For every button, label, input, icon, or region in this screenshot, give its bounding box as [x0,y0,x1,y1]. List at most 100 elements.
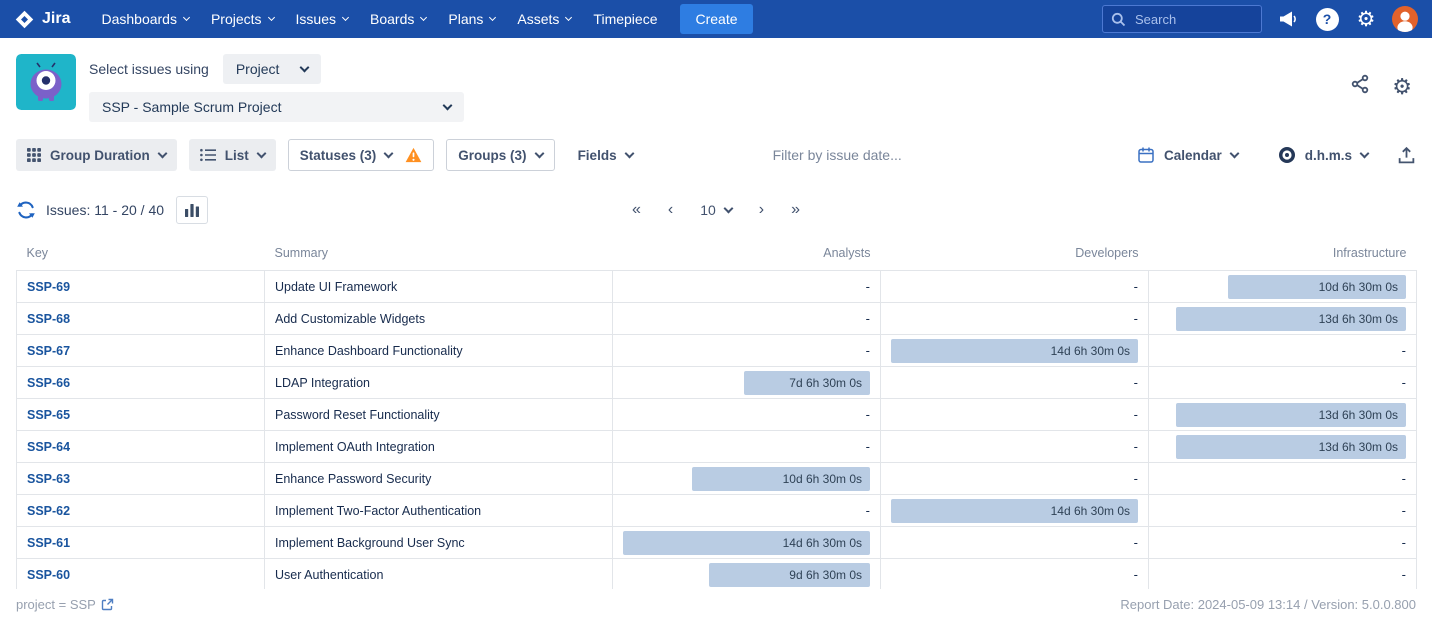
avatar-icon [1392,6,1418,32]
table-row: SSP-60User Authentication9d 6h 30m 0s-- [17,559,1417,591]
issues-count-label: Issues: 11 - 20 / 40 [46,202,164,218]
chevron-down-icon [723,203,733,213]
issue-key-link[interactable]: SSP-60 [27,568,70,582]
first-page-button[interactable]: « [632,202,641,218]
user-avatar[interactable] [1392,6,1418,32]
next-page-button[interactable]: › [759,202,764,218]
issue-key-link[interactable]: SSP-63 [27,472,70,486]
analysts-duration-cell: 10d 6h 30m 0s [613,463,881,495]
infrastructure-duration-cell: 13d 6h 30m 0s [1149,303,1417,335]
nav-projects[interactable]: Projects [200,0,285,38]
key-cell: SSP-68 [17,303,265,335]
refresh-icon[interactable] [16,200,36,220]
report-settings-icon[interactable]: ⚙ [1392,76,1412,98]
brand-name: Jira [42,10,70,28]
issue-key-link[interactable]: SSP-64 [27,440,70,454]
prev-page-button[interactable]: ‹ [668,202,673,218]
issue-key-link[interactable]: SSP-66 [27,376,70,390]
col-header-analysts[interactable]: Analysts [613,242,881,271]
issue-key-link[interactable]: SSP-65 [27,408,70,422]
developers-duration-cell: - [881,431,1149,463]
table-row: SSP-66LDAP Integration7d 6h 30m 0s-- [17,367,1417,399]
report-header: Select issues using Project SSP - Sample… [0,38,1432,130]
developers-duration-cell: - [881,367,1149,399]
group-duration-button[interactable]: Group Duration [16,139,177,171]
infrastructure-duration-cell: - [1149,367,1417,399]
groups-filter-button[interactable]: Groups (3) [446,139,554,171]
share-icon[interactable] [1350,74,1370,99]
duration-format-button[interactable]: d.h.m.s [1267,139,1379,171]
developers-duration-cell: - [881,399,1149,431]
announcements-icon[interactable] [1275,6,1301,32]
fields-button[interactable]: Fields [567,139,644,171]
nav-assets[interactable]: Assets [506,0,582,38]
analysts-duration-cell: 7d 6h 30m 0s [613,367,881,399]
infrastructure-duration-cell: 13d 6h 30m 0s [1149,431,1417,463]
global-search[interactable] [1102,5,1262,33]
chevron-down-icon [183,14,190,21]
chevron-down-icon [384,148,394,158]
duration-bar: 9d 6h 30m 0s [709,563,870,587]
developers-duration-cell: 14d 6h 30m 0s [881,335,1149,367]
issue-key-link[interactable]: SSP-61 [27,536,70,550]
col-header-summary[interactable]: Summary [265,242,613,271]
duration-bar: 10d 6h 30m 0s [1228,275,1406,299]
developers-duration-cell: - [881,303,1149,335]
project-select[interactable]: SSP - Sample Scrum Project [89,92,464,122]
statuses-filter-button[interactable]: Statuses (3) [288,139,435,171]
calendar-view-button[interactable]: Calendar [1126,139,1249,171]
summary-cell: Password Reset Functionality [265,399,613,431]
last-page-button[interactable]: » [791,202,800,218]
summary-cell: Implement Two-Factor Authentication [265,495,613,527]
nav-dashboards[interactable]: Dashboards [90,0,200,38]
help-icon[interactable]: ? [1314,6,1340,32]
navbar-right: ? ⚙ [1102,5,1418,33]
external-link-icon[interactable] [101,598,114,611]
developers-duration-cell: - [881,527,1149,559]
search-icon [1111,12,1126,27]
list-icon [200,148,216,162]
duration-bar: 13d 6h 30m 0s [1176,403,1406,427]
nav-boards[interactable]: Boards [359,0,437,38]
summary-cell: Implement OAuth Integration [265,431,613,463]
chevron-down-icon [157,148,167,158]
nav-timepiece[interactable]: Timepiece [582,0,668,38]
export-icon[interactable] [1397,146,1416,165]
chevron-down-icon [342,14,349,21]
create-button[interactable]: Create [680,4,752,34]
jira-logo[interactable]: Jira [14,9,70,30]
key-cell: SSP-66 [17,367,265,399]
issue-key-link[interactable]: SSP-69 [27,280,70,294]
duration-bar: 14d 6h 30m 0s [623,531,870,555]
key-cell: SSP-64 [17,431,265,463]
issue-key-link[interactable]: SSP-68 [27,312,70,326]
developers-duration-cell: 14d 6h 30m 0s [881,495,1149,527]
key-cell: SSP-67 [17,335,265,367]
col-header-infrastructure[interactable]: Infrastructure [1149,242,1417,271]
page-size-select[interactable]: 10 [700,202,732,218]
infrastructure-duration-cell: - [1149,527,1417,559]
nav-issues[interactable]: Issues [285,0,359,38]
timepiece-app-icon [16,54,76,110]
view-mode-button[interactable]: List [189,139,276,171]
chevron-down-icon [624,148,634,158]
nav-plans[interactable]: Plans [437,0,506,38]
chart-view-button[interactable] [176,196,208,224]
summary-cell: Implement Background User Sync [265,527,613,559]
issue-date-filter-input[interactable] [771,146,971,164]
duration-bar: 14d 6h 30m 0s [891,499,1138,523]
col-header-developers[interactable]: Developers [881,242,1149,271]
issue-source-controls: Select issues using Project SSP - Sample… [89,54,464,122]
table-row: SSP-64Implement OAuth Integration--13d 6… [17,431,1417,463]
pagination: « ‹ 10 › » [632,202,800,218]
search-input[interactable] [1133,11,1245,28]
issue-key-link[interactable]: SSP-67 [27,344,70,358]
summary-cell: User Authentication [265,559,613,591]
issue-key-link[interactable]: SSP-62 [27,504,70,518]
chevron-down-icon [1360,148,1370,158]
admin-settings-icon[interactable]: ⚙ [1353,6,1379,32]
analysts-duration-cell: 14d 6h 30m 0s [613,527,881,559]
toolbar-right: Calendar d.h.m.s [1126,139,1416,171]
issue-source-select[interactable]: Project [223,54,322,84]
col-header-key[interactable]: Key [17,242,265,271]
